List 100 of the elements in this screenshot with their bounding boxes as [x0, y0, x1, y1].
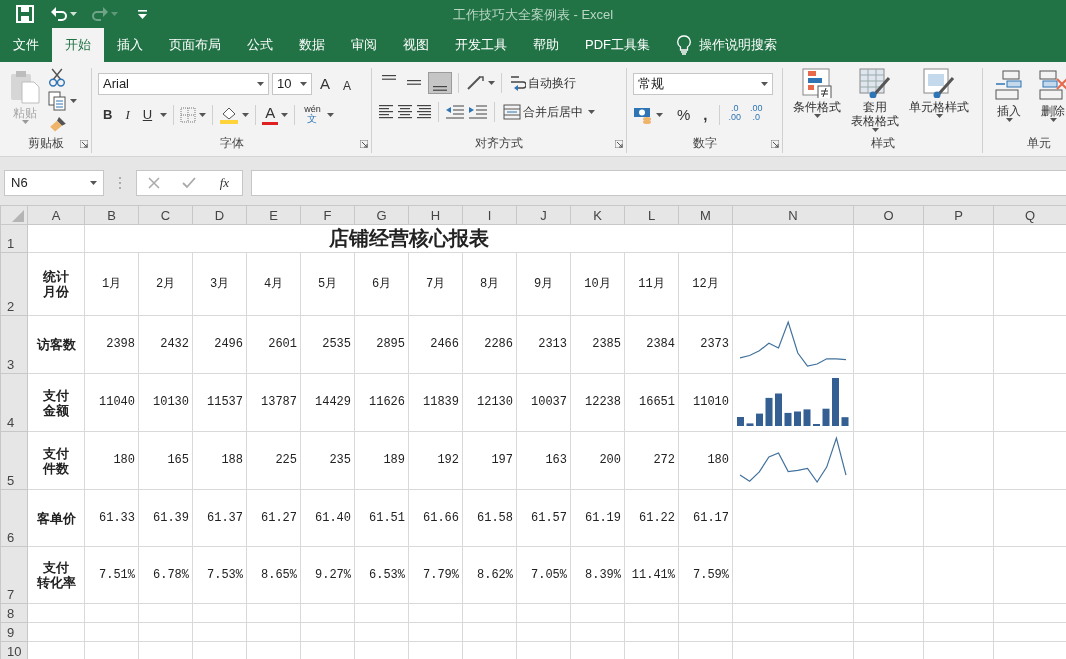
caret-icon[interactable] [199, 113, 207, 117]
ribbon-tab[interactable]: 插入 [104, 28, 156, 62]
caret-icon[interactable] [1049, 118, 1057, 122]
italic-button[interactable]: I [120, 104, 135, 126]
caret-icon[interactable] [281, 113, 289, 117]
font-name-dropdown[interactable]: Arial [98, 73, 269, 95]
lightbulb-icon[interactable] [677, 35, 691, 55]
ribbon-tab[interactable]: 公式 [234, 28, 286, 62]
caret-icon[interactable] [90, 180, 97, 185]
column-header[interactable]: M [678, 205, 733, 225]
bold-button[interactable]: B [98, 104, 118, 126]
orientation-icon[interactable] [465, 74, 485, 92]
column-header[interactable]: G [354, 205, 409, 225]
caret-icon[interactable] [160, 113, 168, 117]
dialog-launcher-icon[interactable] [771, 140, 779, 148]
row-header[interactable]: 5 [0, 431, 28, 490]
caret-icon[interactable] [761, 82, 768, 86]
ribbon-tab[interactable]: 审阅 [338, 28, 390, 62]
ribbon-tab[interactable]: 视图 [390, 28, 442, 62]
ribbon-tab[interactable]: 页面布局 [156, 28, 234, 62]
save-icon[interactable] [16, 5, 34, 23]
phonetic-button[interactable]: wén 文 [301, 104, 324, 126]
undo-icon[interactable] [50, 6, 68, 22]
column-header[interactable]: D [192, 205, 247, 225]
column-header[interactable]: H [408, 205, 463, 225]
caret-icon[interactable] [300, 82, 307, 86]
copy-icon[interactable] [48, 91, 66, 112]
fill-color-icon[interactable] [219, 106, 240, 124]
caret-icon[interactable] [326, 113, 334, 117]
increase-indent-icon[interactable] [468, 104, 488, 120]
style-button[interactable]: 单元格样式 [905, 68, 973, 132]
caret-icon[interactable] [257, 82, 264, 86]
cells-button[interactable]: 删除 [1033, 68, 1066, 132]
bottom-align-button[interactable] [428, 72, 452, 94]
cells-button[interactable]: 插入 [989, 68, 1029, 132]
column-header[interactable]: O [853, 205, 924, 225]
dialog-launcher-icon[interactable] [80, 140, 88, 148]
row-header[interactable]: 6 [0, 489, 28, 547]
column-header[interactable]: N [732, 205, 854, 225]
caret-icon[interactable] [871, 128, 879, 132]
column-header[interactable]: I [462, 205, 517, 225]
column-header[interactable]: P [923, 205, 994, 225]
name-box[interactable]: N6 [4, 169, 104, 196]
column-header[interactable]: Q [993, 205, 1066, 225]
ribbon-tab[interactable]: 开始 [52, 28, 104, 62]
tell-me-search[interactable]: 操作说明搜索 [699, 35, 777, 55]
ribbon-tab[interactable]: 开发工具 [442, 28, 520, 62]
ribbon-tab[interactable]: 帮助 [520, 28, 572, 62]
table-cell: 16651 [624, 373, 679, 432]
row-header[interactable]: 1 [0, 224, 28, 253]
format-painter-icon[interactable] [48, 115, 68, 133]
number-format-dropdown[interactable]: 常规 [633, 73, 773, 95]
align-center-icon[interactable] [397, 103, 413, 121]
percent-button[interactable]: % [672, 104, 696, 126]
column-header[interactable]: E [246, 205, 301, 225]
column-header[interactable]: B [84, 205, 139, 225]
column-header[interactable]: J [516, 205, 571, 225]
font-color-button[interactable]: A [262, 105, 279, 125]
caret-icon[interactable] [242, 113, 250, 117]
merge-center-button[interactable]: 合并后居中 [501, 101, 585, 123]
column-header[interactable]: K [570, 205, 625, 225]
cut-icon[interactable] [48, 68, 66, 88]
caret-icon[interactable] [1005, 118, 1013, 122]
row-header[interactable]: 2 [0, 252, 28, 316]
column-header[interactable]: A [27, 205, 85, 225]
underline-button[interactable]: U [137, 104, 158, 126]
font-size-dropdown[interactable]: 10 [272, 73, 312, 95]
style-button[interactable]: 套用 表格格式 [847, 68, 903, 132]
row-header[interactable]: 7 [0, 546, 28, 604]
caret-icon[interactable] [935, 114, 943, 118]
shrink-font-button[interactable]: A [338, 73, 357, 95]
increase-decimal-button[interactable]: .0 .00 [725, 104, 745, 126]
caret-icon[interactable] [588, 110, 595, 114]
column-header[interactable]: C [138, 205, 193, 225]
accounting-format-icon[interactable] [633, 106, 653, 124]
ribbon-tab[interactable]: 数据 [286, 28, 338, 62]
column-header[interactable]: F [300, 205, 355, 225]
caret-icon[interactable] [488, 81, 495, 85]
caret-icon[interactable] [656, 113, 663, 117]
row-header[interactable]: 4 [0, 373, 28, 432]
align-right-icon[interactable] [416, 103, 432, 121]
wrap-text-button[interactable]: 自动换行 [508, 72, 578, 94]
insert-function-button[interactable]: fx [217, 171, 232, 194]
align-left-icon[interactable] [378, 103, 394, 121]
caret-icon[interactable] [813, 114, 821, 118]
style-button[interactable]: 条件格式 [789, 68, 845, 132]
caret-icon[interactable] [70, 99, 77, 104]
decrease-indent-icon[interactable] [445, 104, 465, 120]
formula-input[interactable] [251, 169, 1066, 196]
grow-font-button[interactable]: A [315, 73, 335, 95]
column-header[interactable]: L [624, 205, 679, 225]
ribbon-tab[interactable]: PDF工具集 [572, 28, 663, 62]
ribbon-tab[interactable]: 文件 [0, 28, 52, 62]
comma-style-button[interactable]: , [698, 104, 713, 126]
dialog-launcher-icon[interactable] [615, 140, 623, 148]
customize-icon[interactable] [138, 9, 147, 19]
row-header[interactable]: 3 [0, 315, 28, 374]
decrease-decimal-button[interactable]: .00 .0 [747, 104, 766, 126]
caret-icon[interactable] [70, 12, 77, 16]
dialog-launcher-icon[interactable] [360, 140, 368, 148]
